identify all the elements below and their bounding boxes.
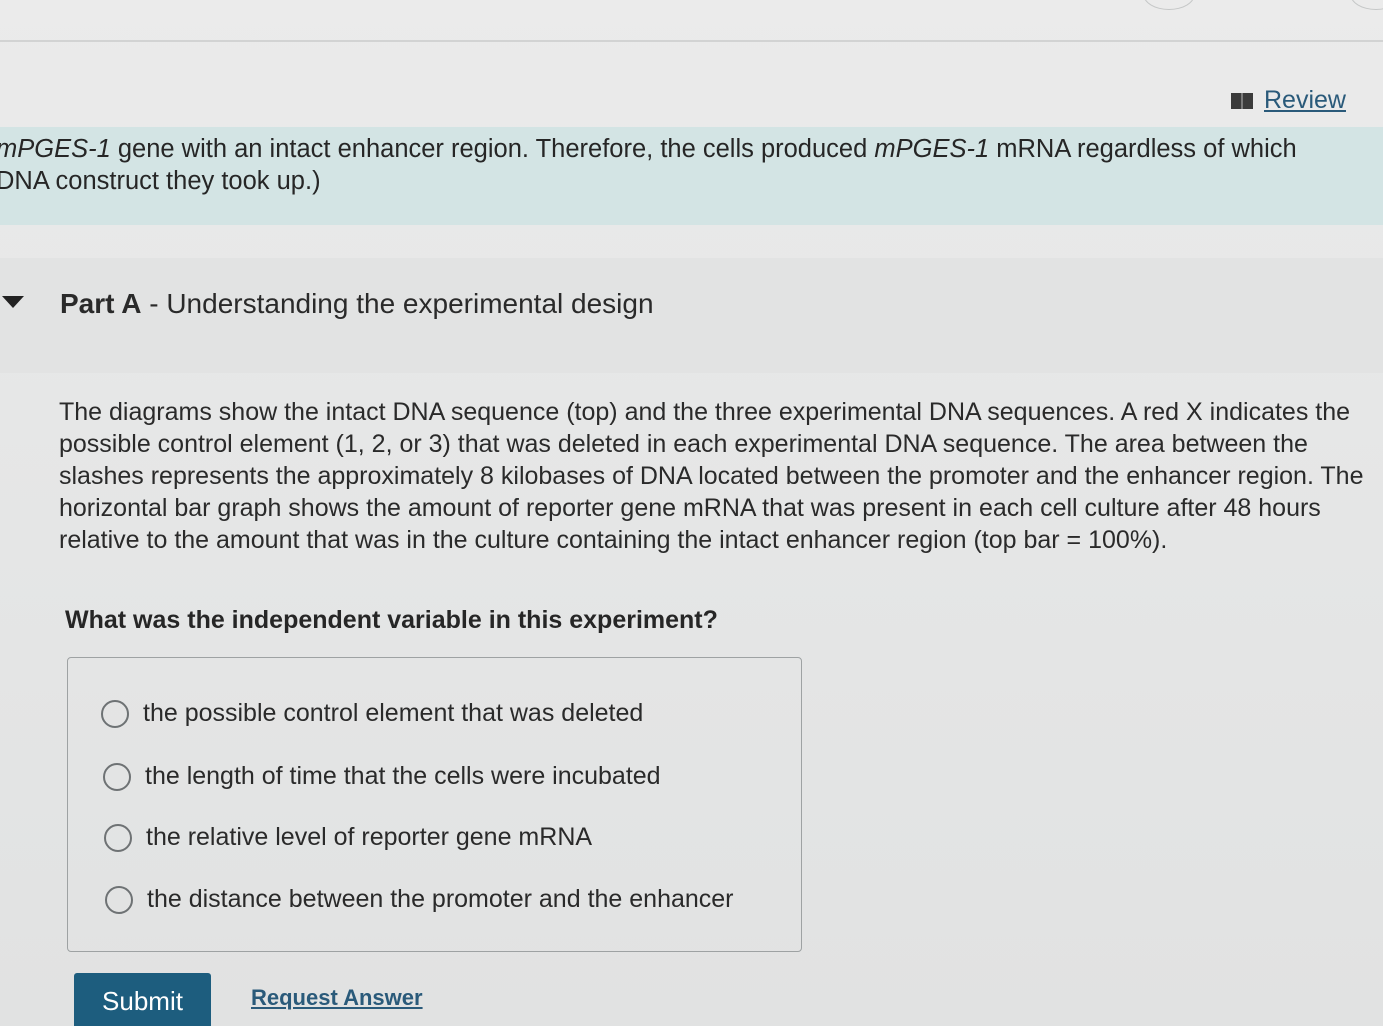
radio-empty-icon[interactable] <box>104 823 132 852</box>
answer-option-label: the distance between the promoter and th… <box>147 885 734 913</box>
intro-line-1: mPGES-1 gene with an intact enhancer reg… <box>0 133 1379 165</box>
radio-empty-icon[interactable] <box>101 699 129 728</box>
answer-options: the possible control element that was de… <box>67 657 802 952</box>
part-title-text: Understanding the experimental design <box>166 288 654 319</box>
radio-empty-icon[interactable] <box>103 762 131 791</box>
caret-down-icon[interactable] <box>2 296 24 308</box>
intro-box: mPGES-1 gene with an intact enhancer reg… <box>0 127 1383 225</box>
intro-text: gene with an intact enhancer region. The… <box>110 135 875 163</box>
top-circle-decoration <box>1350 0 1383 10</box>
part-title: Part A - Understanding the experimental … <box>60 288 654 320</box>
gene-name: mPGES-1 <box>0 135 111 163</box>
request-answer-link[interactable]: Request Answer <box>251 985 423 1011</box>
answer-option[interactable]: the possible control element that was de… <box>101 699 643 728</box>
question-prompt: What was the independent variable in thi… <box>65 606 718 634</box>
part-header[interactable]: Part A - Understanding the experimental … <box>0 258 1383 373</box>
review-link-label: Review <box>1264 86 1346 114</box>
intro-text: mRNA regardless of which <box>989 135 1297 163</box>
submit-button[interactable]: Submit <box>74 973 211 1026</box>
answer-option[interactable]: the length of time that the cells were i… <box>103 762 661 791</box>
question-description: The diagrams show the intact DNA sequenc… <box>59 398 1364 554</box>
answer-option-label: the length of time that the cells were i… <box>145 762 661 790</box>
page: Review mPGES-1 gene with an intact enhan… <box>0 0 1383 1026</box>
review-link[interactable]: Review <box>1230 86 1346 115</box>
top-circle-decoration <box>1143 0 1195 10</box>
intro-line-2: DNA construct they took up.) <box>0 167 321 195</box>
part-label: Part A <box>60 288 142 319</box>
answer-option-label: the possible control element that was de… <box>143 699 644 727</box>
part-separator: - <box>141 288 167 319</box>
top-divider <box>0 40 1383 42</box>
answer-option[interactable]: the distance between the promoter and th… <box>105 885 734 914</box>
actions-bar: Submit Request Answer <box>74 973 423 1026</box>
gene-name: mPGES-1 <box>874 135 990 163</box>
book-icon <box>1231 92 1253 109</box>
answer-option-label: the relative level of reporter gene mRNA <box>146 823 593 851</box>
answer-option[interactable]: the relative level of reporter gene mRNA <box>104 823 592 852</box>
radio-empty-icon[interactable] <box>105 885 133 914</box>
